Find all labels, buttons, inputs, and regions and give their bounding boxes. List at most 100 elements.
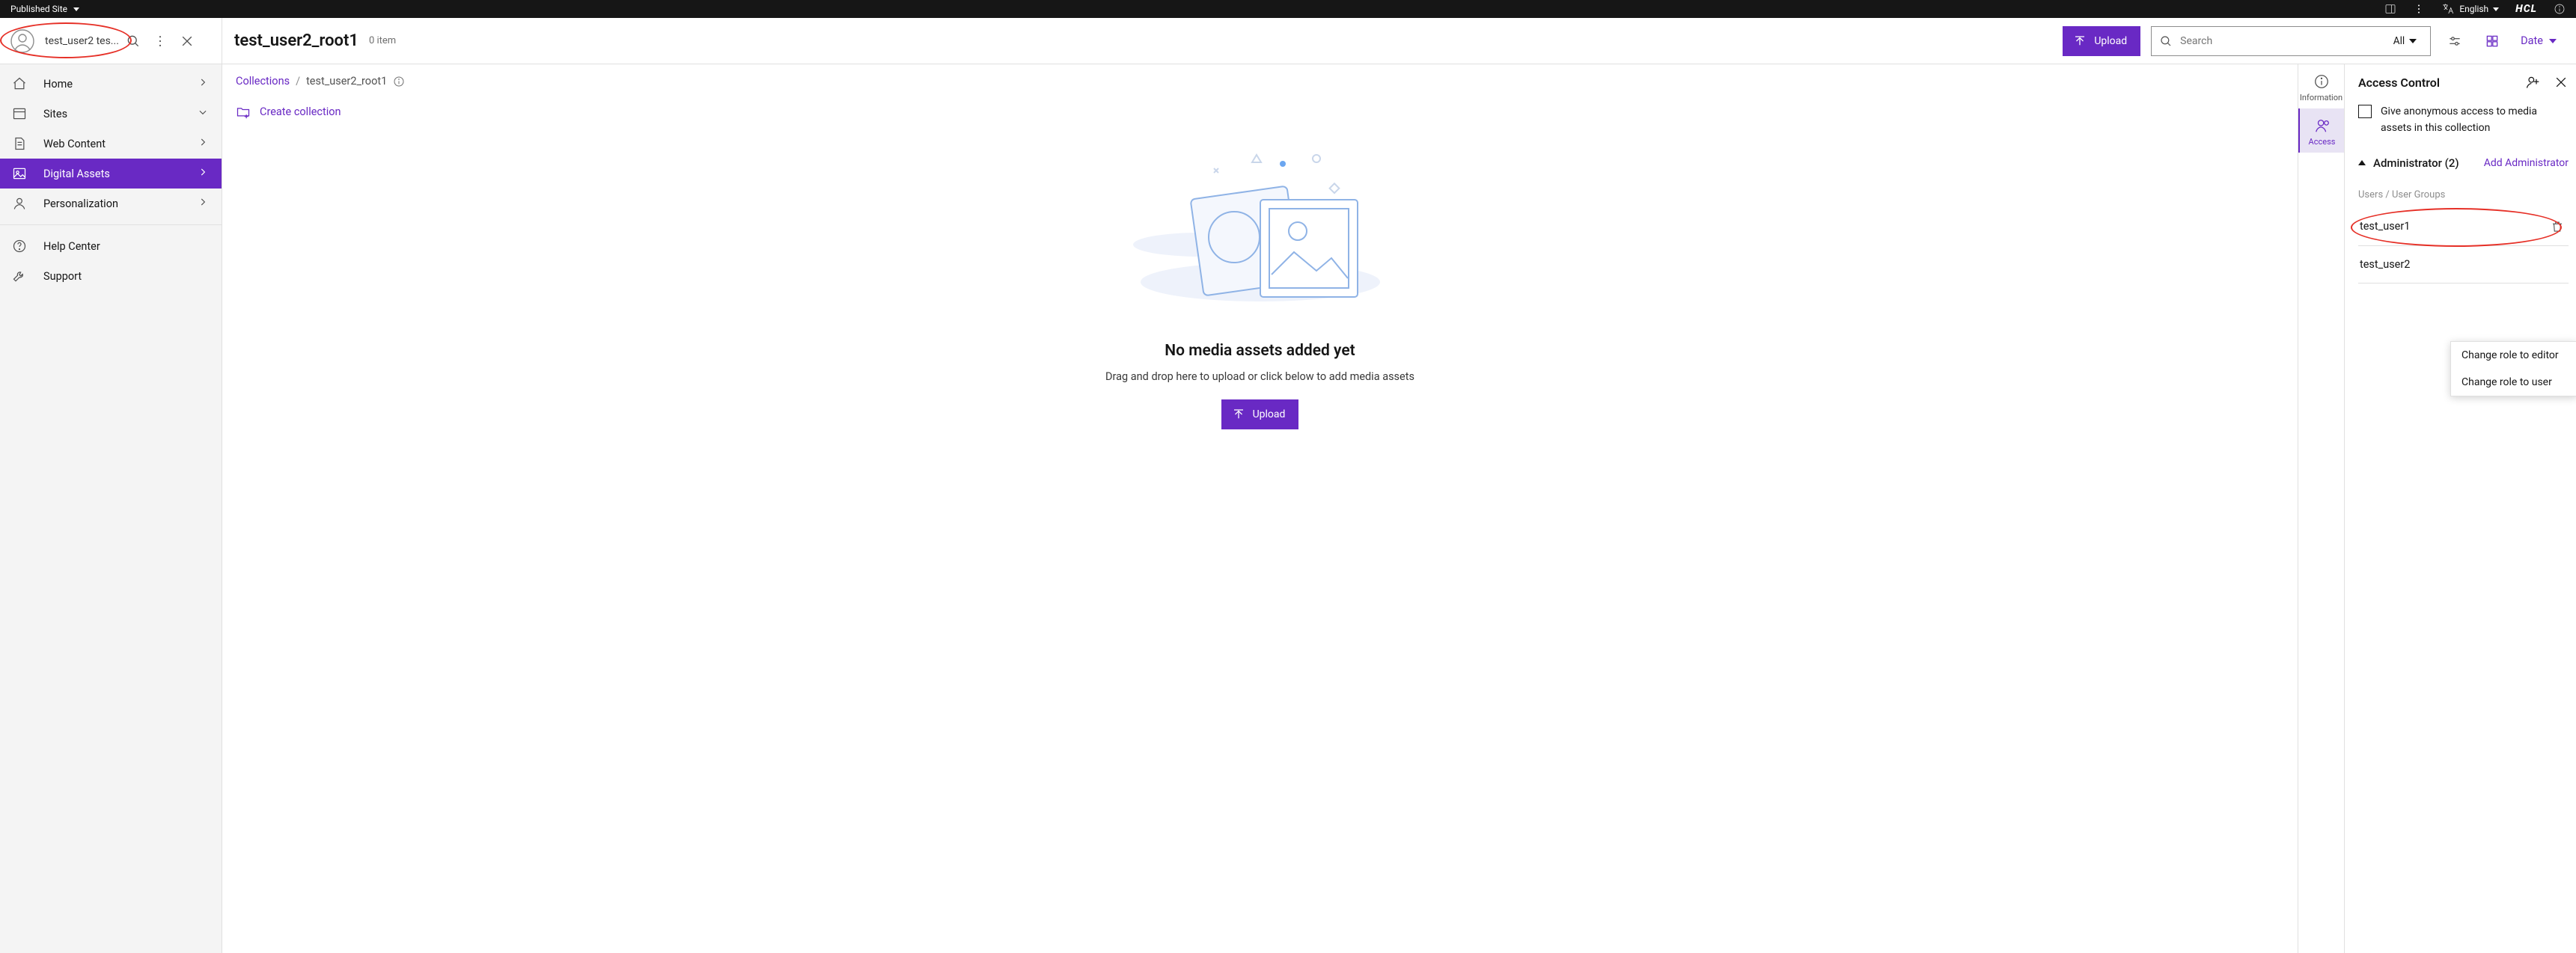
- main-body: Collections / test_user2_root1 Create co…: [222, 64, 2576, 953]
- current-user-name: test_user2 tes...: [45, 35, 120, 47]
- chevron-up-icon: [2358, 160, 2366, 165]
- rail-tab-information[interactable]: Information: [2298, 64, 2344, 108]
- upload-icon: [2073, 34, 2087, 48]
- close-icon[interactable]: [2554, 75, 2569, 90]
- sidebar-item-personalization[interactable]: Personalization: [0, 189, 222, 218]
- sort-button[interactable]: Date: [2516, 34, 2561, 47]
- user-row[interactable]: test_user1: [2358, 208, 2569, 246]
- search-input[interactable]: [2180, 35, 2393, 47]
- sidebar-item-label: Sites: [43, 108, 67, 120]
- sidebar-item-label: Support: [43, 270, 82, 283]
- users-groups-label: Users / User Groups: [2358, 189, 2569, 200]
- folder-plus-icon: [236, 104, 251, 119]
- image-icon: [12, 166, 27, 181]
- sidebar-item-sites[interactable]: Sites: [0, 99, 222, 129]
- nav-list: Home Sites Web Content Digital Assets Pe: [0, 64, 222, 291]
- chevron-down-icon: [2409, 39, 2417, 43]
- filter-label: All: [2393, 35, 2405, 47]
- role-toggle[interactable]: Administrator (2): [2358, 156, 2459, 170]
- user-name: test_user1: [2360, 220, 2410, 233]
- empty-subtitle: Drag and drop here to upload or click be…: [236, 370, 2284, 383]
- search-box[interactable]: All: [2151, 26, 2431, 56]
- page-title: test_user2_root1: [234, 31, 358, 50]
- upload-label: Upload: [2094, 35, 2127, 47]
- breadcrumb-separator: /: [296, 75, 300, 88]
- sidebar-item-web-content[interactable]: Web Content: [0, 129, 222, 159]
- chevron-right-icon: [198, 167, 208, 180]
- user-name: test_user2: [2360, 258, 2410, 271]
- divider: [0, 224, 222, 225]
- role-section-header: Administrator (2) Add Administrator: [2358, 156, 2569, 170]
- sidebar-item-label: Web Content: [43, 138, 106, 150]
- create-collection-button[interactable]: Create collection: [236, 104, 2284, 119]
- sidebar-item-label: Personalization: [43, 197, 118, 210]
- sidebar-item-support[interactable]: Support: [0, 261, 222, 291]
- empty-illustration: [1126, 132, 1395, 334]
- panel-title: Access Control: [2358, 76, 2440, 90]
- empty-upload-button[interactable]: Upload: [1221, 399, 1299, 429]
- breadcrumb-current: test_user2_root1: [306, 75, 387, 88]
- trash-icon[interactable]: [2551, 220, 2564, 233]
- home-icon: [12, 76, 27, 91]
- breadcrumb: Collections / test_user2_root1: [236, 75, 2284, 88]
- content-area: Collections / test_user2_root1 Create co…: [222, 64, 2298, 953]
- translate-icon[interactable]: English: [2441, 3, 2499, 15]
- chevron-down-icon: [2493, 7, 2499, 11]
- top-bar: Published Site English HCL: [0, 0, 2576, 18]
- sidebar-item-label: Help Center: [43, 240, 100, 253]
- add-user-icon[interactable]: [2525, 75, 2540, 90]
- kebab-icon[interactable]: [2413, 3, 2425, 15]
- add-administrator-button[interactable]: Add Administrator: [2484, 157, 2569, 169]
- panel-header: Access Control: [2358, 75, 2569, 90]
- empty-title: No media assets added yet: [236, 342, 2284, 360]
- info-icon[interactable]: [2554, 3, 2566, 15]
- panel-icon[interactable]: [2384, 3, 2396, 15]
- main-header: test_user2_root1 0 item Upload All: [222, 18, 2576, 64]
- chevron-right-icon: [198, 77, 208, 91]
- search-icon[interactable]: [120, 28, 147, 55]
- info-icon[interactable]: [393, 76, 405, 88]
- upload-label: Upload: [1253, 408, 1286, 420]
- brand-logo: HCL: [2515, 3, 2537, 15]
- site-switcher[interactable]: Published Site: [10, 4, 79, 14]
- chevron-right-icon: [198, 137, 208, 150]
- context-menu-item[interactable]: Change role to user: [2451, 369, 2576, 396]
- kebab-icon[interactable]: [147, 28, 174, 55]
- chevron-right-icon: [198, 197, 208, 210]
- user-row[interactable]: test_user2: [2358, 246, 2569, 284]
- person-icon: [12, 196, 27, 211]
- wrench-icon: [12, 269, 27, 284]
- sidebar-item-label: Home: [43, 78, 73, 91]
- chevron-down-icon: [73, 7, 79, 11]
- context-menu-item[interactable]: Change role to editor: [2451, 342, 2576, 369]
- upload-icon: [1232, 408, 1245, 421]
- right-rail: Information Access: [2298, 64, 2344, 953]
- chevron-down-icon: [198, 107, 208, 120]
- main-column: test_user2_root1 0 item Upload All: [222, 18, 2576, 953]
- sites-icon: [12, 106, 27, 121]
- rail-tab-access[interactable]: Access: [2298, 108, 2344, 153]
- sidebar-item-help-center[interactable]: Help Center: [0, 231, 222, 261]
- close-icon[interactable]: [174, 28, 201, 55]
- filter-settings-icon[interactable]: [2441, 28, 2468, 55]
- user-list: test_user1 test_user2: [2358, 208, 2569, 284]
- language-label: English: [2459, 4, 2488, 14]
- create-collection-label: Create collection: [260, 105, 341, 118]
- sidebar-item-home[interactable]: Home: [0, 69, 222, 99]
- role-heading: Administrator (2): [2373, 156, 2459, 170]
- grid-view-icon[interactable]: [2479, 28, 2506, 55]
- search-filter[interactable]: All: [2393, 35, 2423, 47]
- sidebar-item-digital-assets[interactable]: Digital Assets: [0, 159, 222, 189]
- site-label: Published Site: [10, 4, 67, 14]
- upload-button[interactable]: Upload: [2063, 26, 2140, 56]
- breadcrumb-root[interactable]: Collections: [236, 75, 290, 88]
- avatar-icon[interactable]: [10, 29, 34, 53]
- context-menu: Change role to editor Change role to use…: [2450, 341, 2576, 396]
- doc-icon: [12, 136, 27, 151]
- anonymous-access-row[interactable]: Give anonymous access to media assets in…: [2358, 103, 2569, 137]
- rail-tab-label: Information: [2300, 93, 2342, 102]
- sidebar: test_user2 tes... Home Sites: [0, 18, 222, 953]
- search-icon: [2159, 34, 2173, 48]
- checkbox[interactable]: [2358, 105, 2372, 118]
- sort-label: Date: [2521, 34, 2543, 47]
